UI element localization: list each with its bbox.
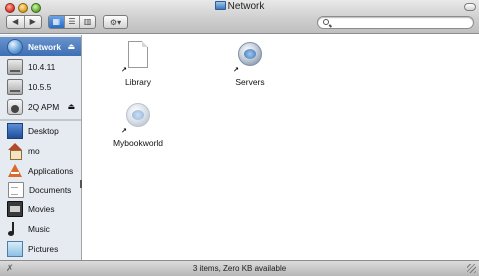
sidebar-item-mo[interactable]: mo bbox=[0, 141, 81, 160]
window-title: Network bbox=[0, 1, 479, 12]
file-item-mybookworld[interactable]: ↗ Mybookworld bbox=[102, 102, 174, 148]
sidebar-item-pictures[interactable]: Pictures bbox=[0, 239, 81, 258]
window-title-text: Network bbox=[227, 1, 265, 12]
network-icon bbox=[214, 1, 226, 10]
eject-icon[interactable]: ⏏ bbox=[67, 102, 75, 111]
home-icon bbox=[7, 142, 23, 160]
view-mode-control: ▦ ☰ ▥ bbox=[48, 15, 96, 29]
alias-arrow-icon: ↗ bbox=[121, 67, 127, 74]
sidebar-item-label: Music bbox=[28, 223, 50, 234]
server-globe-icon: ↗ bbox=[121, 102, 153, 135]
desktop-folder-icon bbox=[7, 122, 23, 139]
back-button[interactable]: ◀ bbox=[7, 16, 24, 28]
status-bar: ✗ 3 items, Zero KB available bbox=[0, 260, 479, 276]
search-icon bbox=[323, 19, 329, 25]
eject-icon[interactable]: ⏏ bbox=[67, 42, 75, 51]
sidebar-item-label: Desktop bbox=[28, 125, 59, 136]
icon-view-button[interactable]: ▦ bbox=[49, 16, 64, 28]
documents-icon bbox=[8, 181, 24, 198]
sidebar-item-label: 10.5.5 bbox=[28, 81, 52, 92]
hard-disk-icon bbox=[7, 78, 23, 95]
file-item-library[interactable]: ↗ Library bbox=[102, 41, 174, 87]
sidebar-item-label: Pictures bbox=[28, 243, 59, 254]
search-field[interactable] bbox=[317, 16, 474, 29]
column-view-button[interactable]: ▥ bbox=[79, 16, 95, 28]
sidebar-item-network[interactable]: Network ⏏ bbox=[0, 37, 81, 56]
sidebar-item-desktop[interactable]: Desktop bbox=[0, 121, 81, 140]
sidebar-item-label: 2Q APM bbox=[28, 101, 60, 112]
sidebar-item-label: Movies bbox=[28, 203, 55, 214]
ipod-icon bbox=[7, 98, 23, 115]
toolbar-toggle-button[interactable] bbox=[464, 3, 476, 11]
status-left-icon: ✗ bbox=[6, 263, 14, 273]
sidebar-item-music[interactable]: Music bbox=[0, 219, 81, 238]
file-browser: ↗ Library ↗ Servers ↗ Mybookworld bbox=[82, 35, 479, 260]
sidebar-item-10-5-5[interactable]: 10.5.5 bbox=[0, 77, 81, 96]
music-icon bbox=[7, 221, 23, 237]
server-globe-icon: ↗ bbox=[233, 41, 265, 74]
movies-icon bbox=[7, 200, 23, 217]
resize-grip-icon[interactable] bbox=[467, 264, 476, 273]
alias-arrow-icon: ↗ bbox=[121, 128, 127, 135]
sidebar-item-label: Network bbox=[28, 41, 62, 52]
action-menu-button[interactable]: ⚙▾ bbox=[103, 15, 128, 29]
list-view-button[interactable]: ☰ bbox=[63, 16, 80, 28]
sidebar-item-10-4-11[interactable]: 10.4.11 bbox=[0, 57, 81, 76]
alias-arrow-icon: ↗ bbox=[233, 67, 239, 74]
sidebar-item-2q-apm[interactable]: 2Q APM ⏏ bbox=[0, 97, 81, 116]
sidebar-item-documents[interactable]: Documents bbox=[0, 180, 81, 199]
sidebar-item-label: Documents bbox=[29, 184, 72, 195]
file-item-label: Library bbox=[125, 77, 151, 87]
file-item-label: Servers bbox=[235, 77, 265, 87]
sidebar-item-label: Applications bbox=[28, 165, 74, 176]
hard-disk-icon bbox=[7, 58, 23, 75]
sidebar: Network ⏏ 10.4.11 10.5.5 2Q APM ⏏ Deskto… bbox=[0, 35, 82, 260]
search-input[interactable] bbox=[332, 17, 470, 28]
status-text: 3 items, Zero KB available bbox=[192, 264, 287, 273]
network-globe-icon bbox=[7, 38, 23, 55]
file-item-servers[interactable]: ↗ Servers bbox=[214, 41, 286, 87]
finder-window: Network ◀ ▶ ▦ ☰ ▥ ⚙▾ Network ⏏ 10.4.11 1… bbox=[0, 0, 479, 276]
title-toolbar: Network ◀ ▶ ▦ ☰ ▥ ⚙▾ bbox=[0, 0, 479, 34]
forward-button[interactable]: ▶ bbox=[23, 16, 42, 28]
alias-document-icon: ↗ bbox=[121, 41, 153, 74]
sidebar-item-movies[interactable]: Movies bbox=[0, 199, 81, 218]
sidebar-item-applications[interactable]: Applications bbox=[0, 161, 81, 180]
file-item-label: Mybookworld bbox=[112, 138, 164, 148]
pictures-icon bbox=[7, 240, 23, 257]
applications-icon bbox=[7, 163, 23, 179]
back-forward-control: ◀ ▶ bbox=[6, 15, 42, 29]
sidebar-item-label: 10.4.11 bbox=[28, 61, 56, 72]
sidebar-item-label: mo bbox=[28, 145, 40, 156]
